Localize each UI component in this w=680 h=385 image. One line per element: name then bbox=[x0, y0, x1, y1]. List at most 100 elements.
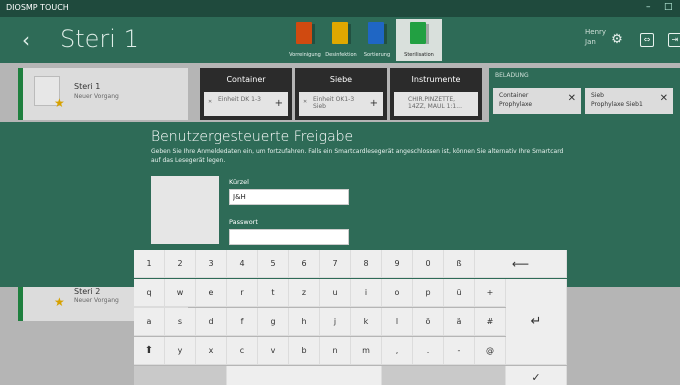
card-name: Steri 2 bbox=[74, 287, 101, 296]
symbols-key[interactable] bbox=[134, 366, 227, 385]
on-screen-keyboard: 1 2 3 4 5 6 7 8 9 0 ß ⟵ q w e r t z u i … bbox=[134, 248, 567, 385]
logout-icon[interactable]: ⇥ bbox=[668, 33, 680, 47]
key-4[interactable]: 4 bbox=[227, 250, 258, 278]
tab-sortierung[interactable]: Sortierung bbox=[354, 19, 400, 61]
key-x[interactable]: x bbox=[196, 337, 227, 365]
gear-icon[interactable]: ⚙ bbox=[610, 33, 624, 47]
key-z[interactable]: z bbox=[289, 279, 320, 307]
key-period[interactable]: . bbox=[413, 337, 444, 365]
key-g[interactable]: g bbox=[258, 308, 289, 336]
book-blue-icon bbox=[368, 22, 387, 44]
key-h[interactable]: h bbox=[289, 308, 320, 336]
key-r[interactable]: r bbox=[227, 279, 258, 307]
enter-key[interactable]: ↵ bbox=[506, 279, 567, 365]
key-l[interactable]: l bbox=[382, 308, 413, 336]
column-item-text: Einheit DK 1-3 bbox=[218, 96, 261, 103]
beladung-item-sub: Prophylaxe bbox=[499, 101, 533, 108]
remove-icon[interactable]: ✕ bbox=[208, 99, 212, 105]
beladung-panel: BELADUNG Container Prophylaxe ✕ Sieb Pro… bbox=[489, 68, 680, 124]
key-1[interactable]: 1 bbox=[134, 250, 165, 278]
user-info[interactable]: Henry Jan bbox=[585, 27, 606, 47]
key-y[interactable]: y bbox=[165, 337, 196, 365]
key-f[interactable]: f bbox=[227, 308, 258, 336]
key-oe[interactable]: ö bbox=[413, 308, 444, 336]
key-w[interactable]: w bbox=[165, 279, 196, 307]
close-icon[interactable]: ✕ bbox=[568, 94, 576, 104]
avatar bbox=[151, 176, 219, 244]
remove-icon[interactable]: ✕ bbox=[303, 99, 307, 105]
column-header: Container bbox=[226, 75, 266, 84]
key-i[interactable]: i bbox=[351, 279, 382, 307]
column-item[interactable]: ✕ Einheit DK 1-3 + bbox=[204, 92, 288, 116]
column-item[interactable]: CHIR.PINZETTE, 14ZZ, MAUL 1:1... bbox=[394, 92, 478, 116]
key-m[interactable]: m bbox=[351, 337, 382, 365]
kuerzel-input[interactable] bbox=[229, 189, 349, 205]
key-hyphen[interactable]: - bbox=[444, 337, 475, 365]
key-2[interactable]: 2 bbox=[165, 250, 196, 278]
key-q[interactable]: q bbox=[134, 279, 165, 307]
key-6[interactable]: 6 bbox=[289, 250, 320, 278]
key-c[interactable]: c bbox=[227, 337, 258, 365]
column-siebe: Siebe ✕ Einheit OK1-3 Sieb + bbox=[295, 68, 387, 120]
column-header: Siebe bbox=[329, 75, 353, 84]
user-first-name: Henry bbox=[585, 28, 607, 36]
key-at[interactable]: @ bbox=[475, 337, 506, 365]
key-9[interactable]: 9 bbox=[382, 250, 413, 278]
switch-icon[interactable]: ⇔ bbox=[640, 33, 654, 47]
shift-key[interactable]: ⬆ bbox=[134, 337, 165, 365]
star-icon: ★ bbox=[54, 96, 65, 110]
confirm-key[interactable]: ✓ bbox=[506, 366, 567, 385]
tab-sterilisation[interactable]: Sterilisation bbox=[396, 19, 442, 61]
key-5[interactable]: 5 bbox=[258, 250, 289, 278]
space-key[interactable] bbox=[227, 366, 382, 385]
column-item[interactable]: ✕ Einheit OK1-3 Sieb + bbox=[299, 92, 383, 116]
key-p[interactable]: p bbox=[413, 279, 444, 307]
user-last-name: Jan bbox=[585, 38, 596, 46]
tab-label: Sortierung bbox=[363, 52, 391, 58]
key-comma[interactable]: , bbox=[382, 337, 413, 365]
column-instrumente: Instrumente CHIR.PINZETTE, 14ZZ, MAUL 1:… bbox=[390, 68, 482, 120]
key-v[interactable]: v bbox=[258, 337, 289, 365]
key-0[interactable]: 0 bbox=[413, 250, 444, 278]
key-7[interactable]: 7 bbox=[320, 250, 351, 278]
key-8[interactable]: 8 bbox=[351, 250, 382, 278]
key-u[interactable]: u bbox=[320, 279, 351, 307]
key-3[interactable]: 3 bbox=[196, 250, 227, 278]
key-t[interactable]: t bbox=[258, 279, 289, 307]
beladung-item-title: Sieb bbox=[591, 92, 604, 99]
language-key[interactable] bbox=[382, 366, 506, 385]
key-plus[interactable]: + bbox=[475, 279, 506, 307]
beladung-item[interactable]: Container Prophylaxe ✕ bbox=[493, 88, 581, 114]
key-sz[interactable]: ß bbox=[444, 250, 475, 278]
steri-card-top[interactable]: ★ Steri 1 Neuer Vorgang bbox=[18, 68, 188, 120]
key-d[interactable]: d bbox=[196, 308, 227, 336]
backspace-key[interactable]: ⟵ bbox=[475, 250, 567, 278]
dialog-title: Benutzergesteuerte Freigabe bbox=[151, 129, 354, 145]
key-e[interactable]: e bbox=[196, 279, 227, 307]
close-icon[interactable]: ✕ bbox=[660, 94, 668, 104]
key-hash[interactable]: # bbox=[475, 308, 506, 336]
column-header: Instrumente bbox=[411, 75, 461, 84]
key-b[interactable]: b bbox=[289, 337, 320, 365]
passwort-input[interactable] bbox=[229, 229, 349, 245]
restore-button[interactable]: □ bbox=[664, 2, 673, 12]
column-item-text: Einheit OK1-3 Sieb bbox=[313, 96, 355, 110]
key-ue[interactable]: ü bbox=[444, 279, 475, 307]
add-icon[interactable]: + bbox=[275, 98, 283, 109]
card-status: Neuer Vorgang bbox=[74, 93, 119, 100]
add-icon[interactable]: + bbox=[370, 98, 378, 109]
key-n[interactable]: n bbox=[320, 337, 351, 365]
beladung-item-title: Container bbox=[499, 92, 529, 99]
column-item-text: CHIR.PINZETTE, 14ZZ, MAUL 1:1... bbox=[408, 96, 462, 110]
key-k[interactable]: k bbox=[351, 308, 382, 336]
minimize-button[interactable]: – bbox=[646, 2, 651, 12]
beladung-item[interactable]: Sieb Prophylaxe Sieb1 ✕ bbox=[585, 88, 673, 114]
key-a[interactable]: a bbox=[134, 308, 165, 336]
key-o[interactable]: o bbox=[382, 279, 413, 307]
back-button[interactable]: ‹ bbox=[22, 28, 30, 52]
beladung-item-sub: Prophylaxe Sieb1 bbox=[591, 101, 643, 108]
key-j[interactable]: j bbox=[320, 308, 351, 336]
key-s[interactable]: s bbox=[165, 308, 196, 336]
key-ae[interactable]: ä bbox=[444, 308, 475, 336]
star-icon: ★ bbox=[54, 295, 65, 309]
